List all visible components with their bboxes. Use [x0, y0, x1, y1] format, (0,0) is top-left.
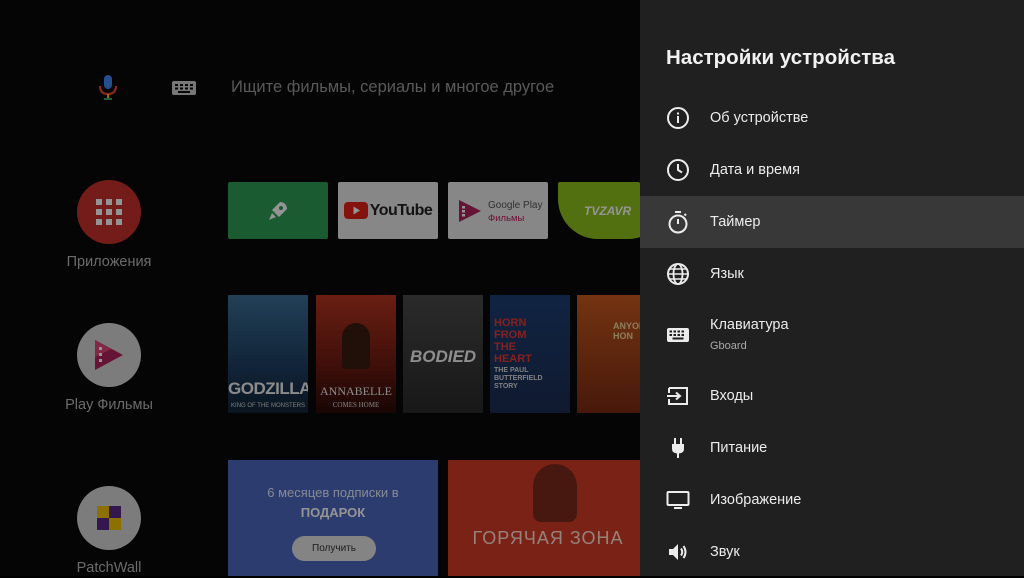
youtube-play-icon — [343, 202, 368, 219]
poster-anyone[interactable]: ANYONE HON — [577, 295, 640, 413]
google-play-movies-tile[interactable]: Google Play Фильмы — [448, 182, 548, 239]
info-icon — [666, 106, 690, 130]
menu-item-label: Звук — [710, 544, 740, 560]
menu-item-label: Дата и время — [710, 162, 800, 178]
clock-icon — [666, 158, 690, 182]
search-input[interactable]: Ищите фильмы, сериалы и многое другое — [231, 78, 554, 97]
play-movies-button[interactable]: Play Фильмы — [52, 323, 166, 413]
menu-item-label: Таймер — [710, 214, 761, 230]
play-movies-label: Play Фильмы — [65, 397, 153, 413]
globe-icon — [666, 262, 690, 286]
poster-subtitle: COMES HOME — [332, 401, 380, 409]
apps-grid-icon — [77, 180, 141, 244]
poster-title: GODZILLA — [228, 379, 308, 398]
google-play-movies-label: Фильмы — [488, 213, 525, 224]
menu-item-keyboard[interactable]: Клавиатура Gboard — [640, 300, 1024, 370]
menu-item-sublabel: Gboard — [710, 340, 747, 352]
poster-title: ANYONE HON — [613, 321, 640, 341]
google-play-label: Google Play — [488, 200, 543, 211]
menu-item-power[interactable]: Питание — [640, 422, 1024, 474]
menu-item-label: Входы — [710, 388, 754, 404]
menu-item-label: Изображение — [710, 492, 802, 508]
rocket-app-tile[interactable] — [228, 182, 328, 239]
movie-title: ГОРЯЧАЯ ЗОНА — [472, 528, 624, 548]
power-plug-icon — [666, 436, 690, 460]
poster-subtitle: KING OF THE MONSTERS — [231, 403, 305, 409]
tvzavr-label: TVZAVR — [584, 204, 632, 218]
search-row: Ищите фильмы, сериалы и многое другое — [0, 68, 640, 108]
settings-menu: Об устройстве Дата и время Таймер Язык К — [640, 92, 1024, 578]
menu-item-language[interactable]: Язык — [640, 248, 1024, 300]
poster-bodied[interactable]: BODIED — [403, 295, 483, 413]
get-offer-button[interactable]: Получить — [292, 536, 376, 561]
poster-title: ANNABELLE — [320, 384, 392, 398]
menu-item-timer[interactable]: Таймер — [640, 196, 1024, 248]
microphone-icon[interactable] — [97, 74, 119, 102]
menu-item-display[interactable]: Изображение — [640, 474, 1024, 526]
poster-title: BODIED — [409, 347, 477, 366]
rocket-icon — [269, 201, 287, 220]
youtube-tile[interactable]: YouTube — [338, 182, 438, 239]
promo-text: 6 месяцев подписки в — [267, 485, 399, 500]
patchwall-button[interactable]: PatchWall — [52, 486, 166, 576]
speaker-icon — [666, 540, 690, 564]
display-icon — [666, 488, 690, 512]
poster-annabelle[interactable]: ANNABELLE COMES HOME — [316, 295, 396, 413]
tvzavr-tile[interactable]: TVZAVR — [558, 182, 640, 239]
menu-item-label: Язык — [710, 266, 744, 282]
panel-title: Настройки устройства — [666, 46, 896, 69]
poster-horn-from-the-heart[interactable]: HORN FROM THE HEART THE PAUL BUTTERFIELD… — [490, 295, 570, 413]
menu-item-label: Клавиатура — [710, 317, 789, 333]
menu-item-label: Об устройстве — [710, 110, 809, 126]
home-screen: Ищите фильмы, сериалы и многое другое Пр… — [0, 0, 640, 576]
movie-banner[interactable]: ГОРЯЧАЯ ЗОНА — [448, 460, 640, 576]
promo-banner[interactable]: 6 месяцев подписки в ПОДАРОК Получить — [228, 460, 438, 576]
patchwall-label: PatchWall — [76, 560, 142, 576]
device-settings-panel: Настройки устройства Об устройстве Дата … — [640, 0, 1024, 576]
menu-item-label: Питание — [710, 440, 768, 456]
doll-figure — [342, 323, 370, 369]
youtube-label: YouTube — [369, 201, 433, 219]
actor-figure — [533, 464, 577, 522]
apps-button[interactable]: Приложения — [52, 180, 166, 270]
patchwall-icon — [77, 486, 141, 550]
timer-icon — [666, 210, 690, 234]
play-movies-icon — [77, 323, 141, 387]
keyboard-icon — [666, 323, 690, 347]
input-icon — [666, 384, 690, 408]
menu-item-date-time[interactable]: Дата и время — [640, 144, 1024, 196]
google-play-movies-icon — [459, 200, 481, 222]
poster-godzilla[interactable]: GODZILLA KING OF THE MONSTERS — [228, 295, 308, 413]
menu-item-sound[interactable]: Звук — [640, 526, 1024, 578]
keyboard-search-icon[interactable] — [171, 78, 197, 98]
menu-item-about[interactable]: Об устройстве — [640, 92, 1024, 144]
apps-label: Приложения — [66, 254, 152, 270]
poster-subtitle: THE PAUL BUTTERFIELD STORY — [494, 367, 543, 390]
promo-highlight: ПОДАРОК — [300, 505, 366, 520]
menu-item-inputs[interactable]: Входы — [640, 370, 1024, 422]
poster-title: HORN FROM THE HEART — [494, 317, 532, 365]
